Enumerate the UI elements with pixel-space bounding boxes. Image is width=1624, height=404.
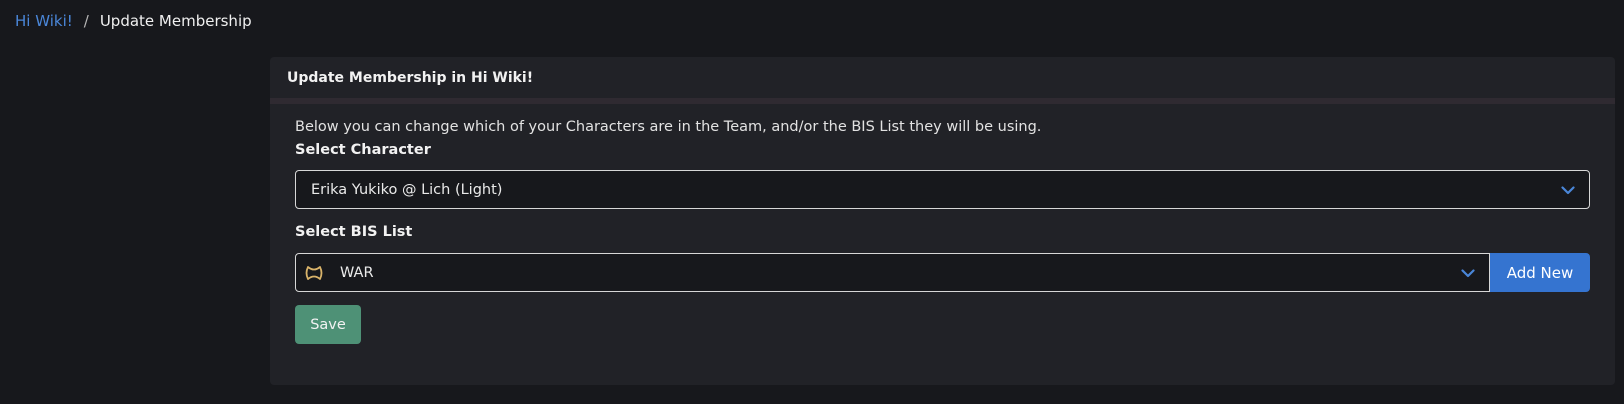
bis-list-select[interactable]: WAR xyxy=(295,253,1490,292)
card-body: Below you can change which of your Chara… xyxy=(270,104,1615,344)
character-select-value: Erika Yukiko @ Lich (Light) xyxy=(311,181,503,198)
page: Hi Wiki! / Update Membership Update Memb… xyxy=(0,0,1624,404)
breadcrumb-current-page: Update Membership xyxy=(99,12,252,30)
update-membership-card: Update Membership in Hi Wiki! Below you … xyxy=(270,57,1615,385)
chevron-down-icon xyxy=(1461,268,1475,277)
select-character-label: Select Character xyxy=(295,142,431,158)
character-select[interactable]: Erika Yukiko @ Lich (Light) xyxy=(295,170,1590,209)
save-button[interactable]: Save xyxy=(295,305,361,344)
breadcrumb: Hi Wiki! / Update Membership xyxy=(15,11,252,31)
bis-list-select-value: WAR xyxy=(340,264,374,281)
chevron-down-icon xyxy=(1561,185,1575,194)
card-header: Update Membership in Hi Wiki! xyxy=(270,57,1615,104)
bis-list-row: WAR Add New xyxy=(295,253,1590,292)
warrior-job-icon xyxy=(304,263,324,283)
select-bis-list-label: Select BIS List xyxy=(295,224,413,240)
intro-text: Below you can change which of your Chara… xyxy=(295,119,1042,135)
add-new-bis-button[interactable]: Add New xyxy=(1490,253,1590,292)
card-title: Update Membership in Hi Wiki! xyxy=(287,69,534,86)
breadcrumb-team-link[interactable]: Hi Wiki! xyxy=(15,11,73,31)
breadcrumb-separator: / xyxy=(83,12,89,30)
